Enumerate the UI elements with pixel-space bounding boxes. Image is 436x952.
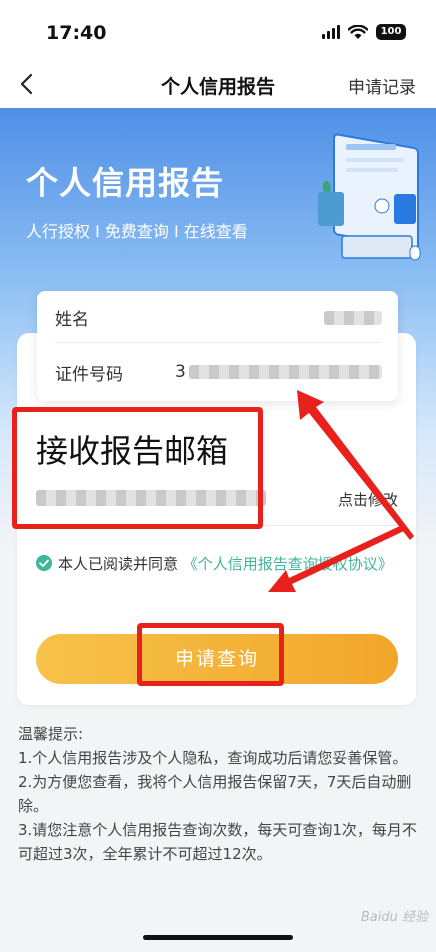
name-row: 姓名 xyxy=(55,293,382,343)
agreement-link[interactable]: 《个人信用报告查询授权协议》 xyxy=(183,555,393,573)
status-icons: 100 xyxy=(322,24,406,40)
id-row: 证件号码 3 xyxy=(55,347,382,397)
agreement[interactable]: 本人已阅读并同意 《个人信用报告查询授权协议》 xyxy=(36,553,402,575)
computer-illustration-icon xyxy=(318,133,421,261)
status-bar: 17:40 100 xyxy=(0,0,436,62)
wifi-icon xyxy=(348,24,368,39)
tip-item: 1.个人信用报告涉及个人隐私，查询成功后请您妥善保管。 xyxy=(18,749,408,767)
name-value-masked xyxy=(324,310,382,325)
identity-card: 姓名 证件号码 3 xyxy=(37,291,398,401)
tip-item: 3.请您注意个人信用报告查询次数，每天可查询1次，每月不可超过3次，全年累计不可… xyxy=(18,821,417,863)
nav-bar: 个人信用报告 申请记录 xyxy=(0,62,436,108)
id-value-masked xyxy=(189,365,382,379)
tips: 温馨提示: 1.个人信用报告涉及个人隐私，查询成功后请您妥善保管。 2.为方便您… xyxy=(18,722,418,866)
tips-title: 温馨提示: xyxy=(18,725,84,743)
battery-icon: 100 xyxy=(376,24,406,40)
agreement-prefix: 本人已阅读并同意 xyxy=(58,555,179,573)
apply-record-link[interactable]: 申请记录 xyxy=(348,73,416,98)
id-value-prefix: 3 xyxy=(175,362,186,382)
tip-item: 2.为方便您查看，我将个人信用报告保留7天，7天后自动删除。 xyxy=(18,773,412,815)
annotation-box-email xyxy=(12,407,263,529)
status-time: 17:40 xyxy=(46,22,107,44)
annotation-box-button xyxy=(137,623,284,686)
home-indicator xyxy=(143,935,293,940)
back-chevron-icon[interactable] xyxy=(14,70,42,98)
hero-title: 个人信用报告 xyxy=(26,164,225,202)
check-circle-icon[interactable] xyxy=(36,555,52,571)
id-label: 证件号码 xyxy=(55,364,123,385)
watermark: Baidu 经验 xyxy=(360,910,428,925)
name-label: 姓名 xyxy=(55,310,89,330)
signal-icon xyxy=(322,25,340,39)
modify-email-link[interactable]: 点击修改 xyxy=(338,489,398,510)
hero-subtitle: 人行授权 I 免费查询 I 在线查看 xyxy=(26,222,248,241)
